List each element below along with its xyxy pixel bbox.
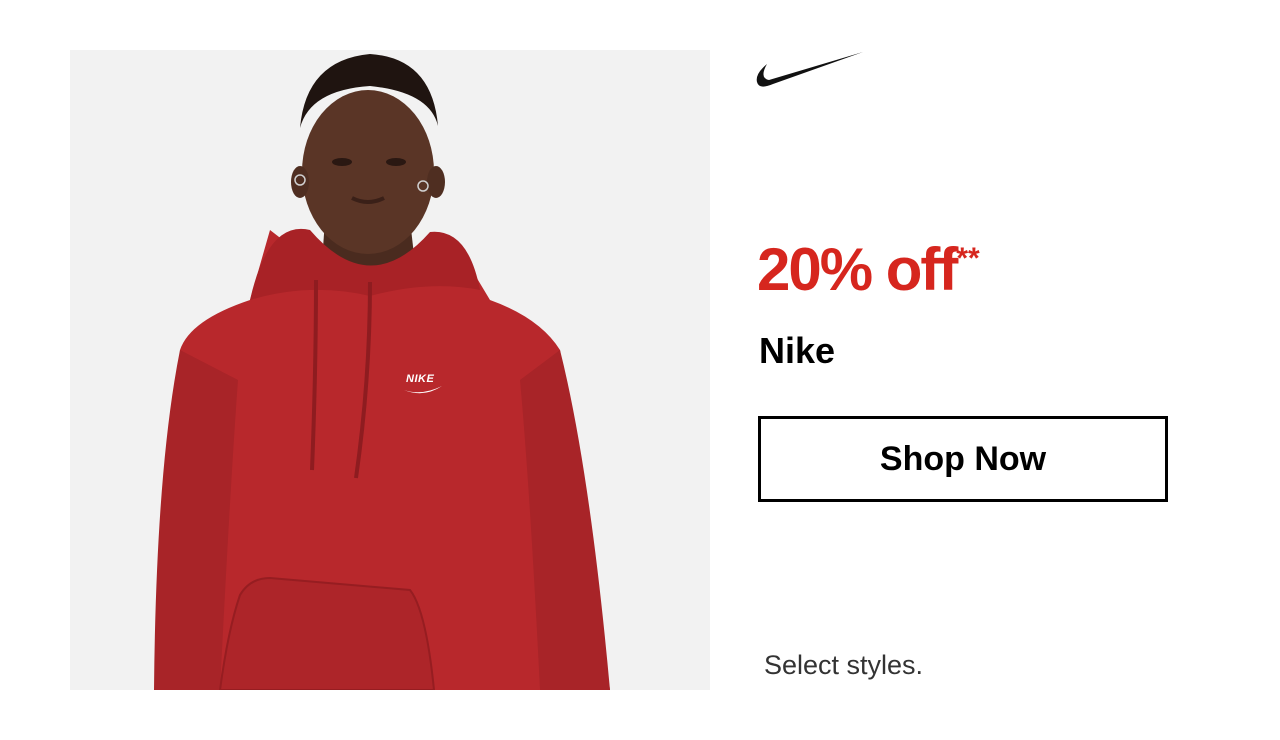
hoodie-illustration bbox=[154, 54, 610, 690]
swoosh-icon bbox=[756, 52, 863, 87]
shop-now-button[interactable]: Shop Now bbox=[758, 416, 1168, 502]
disclaimer-text: Select styles. bbox=[764, 650, 924, 680]
discount-headline: 20% off** bbox=[757, 240, 980, 300]
brand-name: Nike bbox=[759, 330, 836, 371]
discount-text: 20% off bbox=[757, 236, 958, 303]
nike-swoosh-logo[interactable] bbox=[755, 50, 867, 94]
product-image[interactable]: NIKE bbox=[70, 50, 710, 690]
chest-logo-text: NIKE bbox=[406, 373, 435, 385]
discount-footnote-mark: ** bbox=[956, 242, 980, 275]
